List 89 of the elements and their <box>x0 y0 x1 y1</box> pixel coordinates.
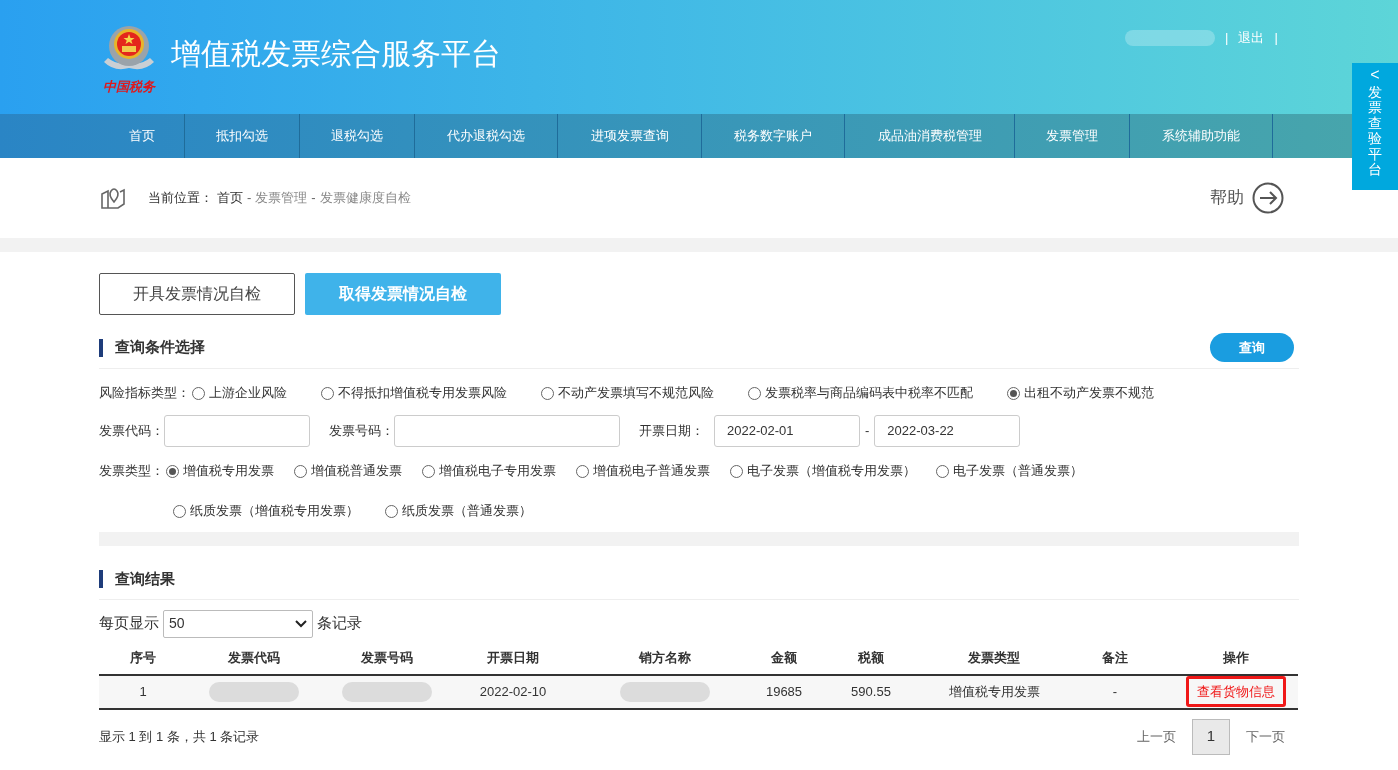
page-size-label: 条记录 <box>317 613 362 634</box>
view-goods-link[interactable]: 查看货物信息 <box>1185 675 1286 708</box>
radio-button[interactable] <box>294 464 307 478</box>
next-page-link[interactable]: 下一页 <box>1246 726 1285 747</box>
column-header: 开票日期 <box>453 641 573 675</box>
nav-item[interactable]: 成品油消费税管理 <box>845 114 1015 158</box>
date-input[interactable]: 2022-03-22 <box>874 415 1021 447</box>
page-button[interactable]: 1 <box>1192 718 1230 755</box>
column-header: 发票类型 <box>931 641 1057 675</box>
column-header: 备注 <box>1057 641 1173 675</box>
radio-label: 不得抵扣增值税专用发票风险 <box>338 384 507 403</box>
table-cell: 2022-02-10 <box>453 674 573 709</box>
field-label: 开票日期： <box>639 422 704 441</box>
radio-label: 不动产发票填写不规范风险 <box>558 384 714 403</box>
separator-text: | <box>1225 29 1229 47</box>
radio-label: 增值税电子普通发票 <box>593 462 710 481</box>
radio-label: 电子发票（增值税专用发票） <box>747 462 916 481</box>
nav-item[interactable]: 代办退税勾选 <box>415 114 558 158</box>
prev-page-link[interactable]: 上一页 <box>1137 726 1176 747</box>
column-header: 序号 <box>99 641 187 675</box>
field-label: 发票类型： <box>99 462 164 481</box>
column-header: 销方名称 <box>573 641 757 675</box>
breadcrumb-link[interactable]: 发票管理 <box>255 188 308 208</box>
side-tab[interactable]: < 发票查验平台 <box>1352 63 1398 190</box>
nav-item[interactable]: 抵扣勾选 <box>185 114 300 158</box>
help-link[interactable]: 帮助 <box>1210 182 1284 214</box>
nav-item[interactable]: 首页 <box>99 114 185 158</box>
radio-button[interactable] <box>422 464 435 478</box>
tab[interactable]: 开具发票情况自检 <box>99 273 295 315</box>
table-cell: 增值税专用发票 <box>931 674 1057 709</box>
breadcrumb-separator: - <box>247 189 252 208</box>
invoice-number-input[interactable] <box>394 415 620 447</box>
nav-item[interactable]: 系统辅助功能 <box>1130 114 1273 158</box>
radio-label: 发票税率与商品编码表中税率不匹配 <box>765 384 973 403</box>
column-header: 操作 <box>1173 641 1298 675</box>
nav-item[interactable]: 退税勾选 <box>300 114 415 158</box>
breadcrumb-link[interactable]: 发票健康度自检 <box>319 188 411 208</box>
column-header: 发票代码 <box>187 641 321 675</box>
date-separator: - <box>865 422 870 441</box>
page-size-select[interactable]: 50 <box>163 609 313 638</box>
radio-button[interactable] <box>1007 386 1020 400</box>
radio-button[interactable] <box>192 386 205 400</box>
page-size-label: 每页显示 <box>99 613 159 634</box>
radio-button[interactable] <box>321 386 334 400</box>
field-label: 发票号码： <box>329 422 394 441</box>
breadcrumb-label: 当前位置： <box>148 189 213 208</box>
radio-label: 增值税电子专用发票 <box>439 462 556 481</box>
tab[interactable]: 取得发票情况自检 <box>305 273 501 315</box>
map-pin-icon <box>100 186 126 210</box>
breadcrumb-separator: - <box>311 189 316 208</box>
radio-label: 纸质发票（普通发票） <box>402 502 532 521</box>
field-label: 风险指标类型： <box>99 384 190 403</box>
column-header: 金额 <box>757 641 811 675</box>
radio-label: 增值税普通发票 <box>311 462 402 481</box>
column-header: 税额 <box>811 641 931 675</box>
radio-button[interactable] <box>748 386 761 400</box>
section-title: 查询条件选择 <box>115 337 205 358</box>
table-cell: - <box>1057 674 1173 709</box>
radio-label: 纸质发票（增值税专用发票） <box>190 502 359 521</box>
radio-button[interactable] <box>936 464 949 478</box>
nav-item[interactable]: 税务数字账户 <box>702 114 845 158</box>
invoice-code-input[interactable] <box>164 415 310 447</box>
date-input[interactable]: 2022-02-01 <box>714 415 860 447</box>
radio-label: 增值税专用发票 <box>183 462 274 481</box>
separator-text: | <box>1274 29 1278 47</box>
arrow-right-icon <box>1252 182 1284 214</box>
radio-label: 上游企业风险 <box>209 384 287 403</box>
nav-item[interactable]: 发票管理 <box>1015 114 1130 158</box>
radio-button[interactable] <box>541 386 554 400</box>
radio-label: 电子发票（普通发票） <box>953 462 1083 481</box>
radio-button[interactable] <box>576 464 589 478</box>
radio-button[interactable] <box>385 504 398 518</box>
column-header: 发票号码 <box>321 641 453 675</box>
site-title: 增值税发票综合服务平台 <box>171 35 501 72</box>
radio-label: 出租不动产发票不规范 <box>1024 384 1154 403</box>
radio-button[interactable] <box>730 464 743 478</box>
record-summary: 显示 1 到 1 条，共 1 条记录 <box>99 727 260 746</box>
radio-button[interactable] <box>166 464 179 478</box>
table-cell: 1 <box>99 674 187 709</box>
field-label: 发票代码： <box>99 422 164 441</box>
query-button[interactable]: 查询 <box>1210 333 1294 362</box>
logo-text: 中国税务 <box>103 79 155 93</box>
chevron-down-icon <box>295 619 307 628</box>
breadcrumb-link[interactable]: 首页 <box>217 188 243 208</box>
table-cell: 19685 <box>757 674 811 709</box>
nav-item[interactable]: 进项发票查询 <box>558 114 702 158</box>
table-cell: 590.55 <box>811 674 931 709</box>
radio-button[interactable] <box>173 504 186 518</box>
section-title: 查询结果 <box>115 569 175 589</box>
